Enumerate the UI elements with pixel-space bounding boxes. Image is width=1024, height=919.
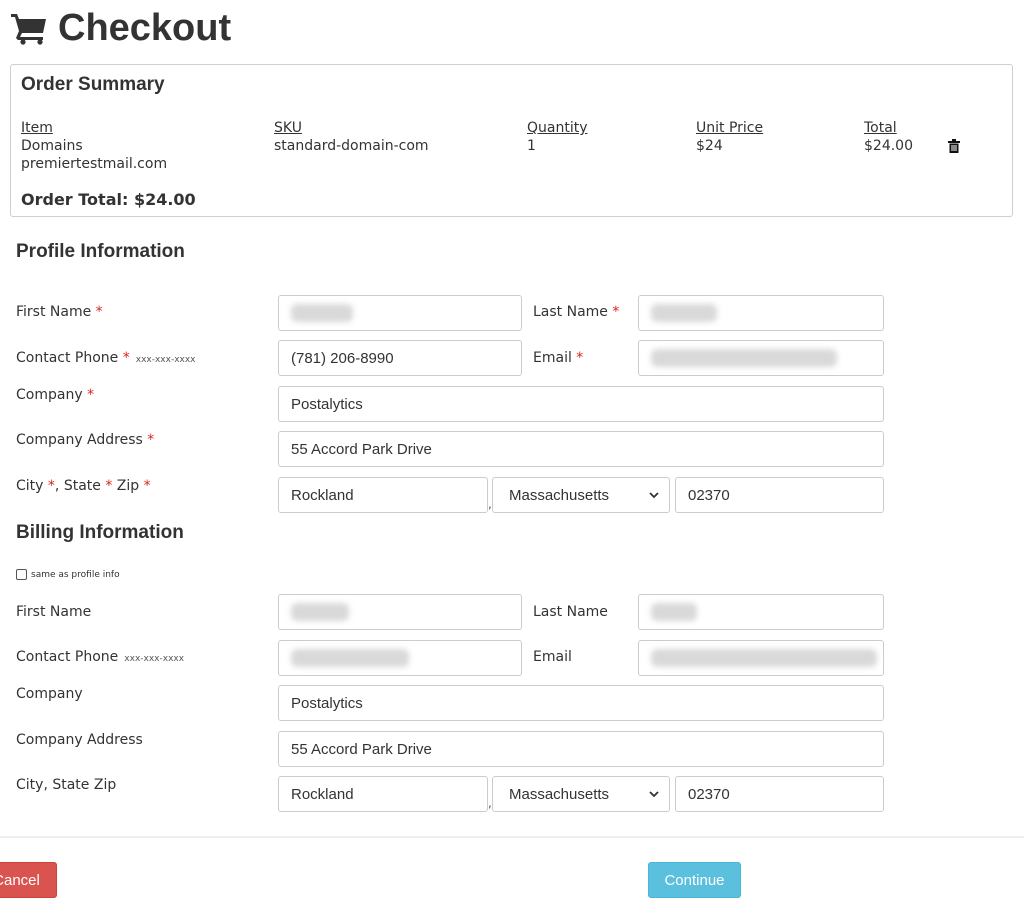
billing-email-label: Email [533, 649, 572, 665]
item-column: Item Domains premiertestmail.com [21, 119, 167, 173]
quantity-header: Quantity [527, 120, 588, 136]
billing-state-select[interactable]: Massachusetts [492, 776, 670, 812]
billing-first-name-input[interactable] [278, 594, 522, 630]
profile-contact-phone-label: Contact Phone * xxx-xxx-xxxx [16, 350, 196, 366]
sku-header: SKU [274, 120, 302, 136]
unit-price-column: Unit Price $24 [696, 119, 763, 155]
total-column: Total $24.00 [864, 119, 913, 155]
billing-heading: Billing Information [16, 522, 184, 543]
profile-city-state-zip-label: City *, State * Zip * [16, 478, 151, 494]
billing-company-address-label: Company Address [16, 732, 143, 748]
trash-icon[interactable] [948, 139, 960, 153]
profile-company-address-input[interactable]: 55 Accord Park Drive [278, 431, 884, 467]
profile-city-input[interactable]: Rockland [278, 477, 488, 513]
profile-contact-phone-input[interactable]: (781) 206-8990 [278, 340, 522, 376]
item-name: Domains [21, 138, 83, 154]
profile-company-input[interactable]: Postalytics [278, 386, 884, 422]
shopping-cart-icon [11, 14, 46, 45]
item-detail: premiertestmail.com [21, 156, 168, 172]
billing-last-name-label: Last Name [533, 604, 608, 620]
billing-email-input[interactable] [638, 640, 884, 676]
profile-state-select[interactable]: Massachusetts [492, 477, 670, 513]
profile-phone-hint: xxx-xxx-xxxx [135, 355, 196, 365]
billing-company-input[interactable]: Postalytics [278, 685, 884, 721]
billing-city-input[interactable]: Rockland [278, 776, 488, 812]
profile-company-label: Company * [16, 387, 95, 403]
billing-contact-phone-label: Contact Phone xxx-xxx-xxxx [16, 649, 185, 665]
same-as-profile-label: same as profile info [31, 570, 120, 580]
same-as-profile-checkbox[interactable] [16, 569, 27, 580]
sku-value: standard-domain-com [274, 138, 429, 154]
total-header: Total [864, 120, 897, 136]
item-header: Item [21, 120, 53, 136]
profile-heading: Profile Information [16, 241, 185, 262]
unit-price-header: Unit Price [696, 120, 764, 136]
profile-zip-input[interactable]: 02370 [675, 477, 884, 513]
sku-column: SKU standard-domain-com [274, 119, 429, 155]
billing-company-label: Company [16, 686, 83, 702]
chevron-down-icon [649, 791, 659, 798]
profile-last-name-label: Last Name * [533, 304, 620, 320]
billing-zip-input[interactable]: 02370 [675, 776, 884, 812]
continue-button[interactable]: Continue [648, 862, 741, 898]
page-title-text: Checkout [58, 6, 232, 49]
billing-contact-phone-input[interactable] [278, 640, 522, 676]
order-summary-heading: Order Summary [21, 74, 165, 95]
profile-first-name-label: First Name * [16, 304, 103, 320]
billing-last-name-input[interactable] [638, 594, 884, 630]
billing-city-state-zip-label: City, State Zip [16, 777, 117, 793]
divider [0, 836, 1024, 838]
profile-email-input[interactable] [638, 340, 884, 376]
chevron-down-icon [649, 492, 659, 499]
order-summary-panel: Order Summary Item Domains premiertestma… [10, 64, 1013, 217]
order-total: Order Total: $24.00 [21, 190, 196, 209]
page-title: Checkout [10, 6, 231, 50]
quantity-column: Quantity 1 [527, 119, 588, 155]
cancel-button[interactable]: Cancel [0, 862, 57, 898]
profile-last-name-input[interactable] [638, 295, 884, 331]
billing-company-address-input[interactable]: 55 Accord Park Drive [278, 731, 884, 767]
quantity-value: 1 [527, 138, 536, 154]
profile-email-label: Email * [533, 350, 584, 366]
total-value: $24.00 [864, 138, 913, 154]
unit-price-value: $24 [696, 138, 723, 154]
billing-phone-hint: xxx-xxx-xxxx [124, 654, 185, 664]
billing-first-name-label: First Name [16, 604, 92, 620]
profile-first-name-input[interactable] [278, 295, 522, 331]
profile-company-address-label: Company Address * [16, 432, 155, 448]
